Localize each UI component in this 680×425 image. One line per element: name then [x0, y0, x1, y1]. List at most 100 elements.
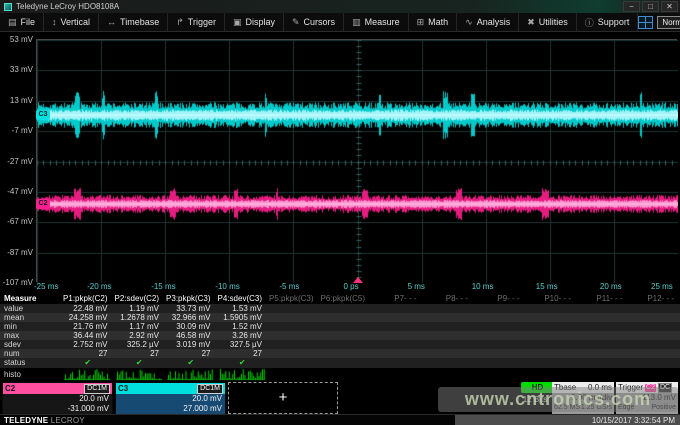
measure-max-cell: 36.44 mV	[62, 331, 114, 340]
measure-param-header[interactable]: P2:sdev(C2)	[114, 293, 166, 304]
measure-max-cell	[629, 331, 680, 340]
oscilloscope-app: Teledyne LeCroy HDO8108A − □ ✕ ▤File↕Ver…	[0, 0, 680, 425]
menu-vertical[interactable]: ↕Vertical	[44, 13, 99, 31]
analysis-icon: ∿	[465, 17, 473, 28]
measure-mean-cell	[474, 313, 526, 322]
measure-min-cell: 21.76 mV	[62, 322, 114, 331]
measure-mean-cell: 32.966 mV	[165, 313, 217, 322]
measure-sdev-cell: 3.019 mV	[165, 340, 217, 349]
measure-min-cell	[526, 322, 578, 331]
menu-trigger[interactable]: ↱Trigger	[168, 13, 225, 31]
measure-value-cell: 22.48 mV	[62, 304, 114, 313]
maximize-button[interactable]: □	[642, 1, 659, 12]
channel-c2-header: C2 DC1M	[3, 383, 112, 394]
measure-sdev-cell	[268, 340, 320, 349]
measure-param-header[interactable]: P5:pkpk(C3)	[268, 293, 320, 304]
x-axis-tick-label: 20 ms	[600, 282, 622, 291]
measure-num-cell	[320, 349, 372, 358]
measure-row-header: MeasureP1:pkpk(C2)P2:sdev(C2)P3:pkpk(C3)…	[0, 293, 680, 304]
measure-param-header[interactable]: P7- - -	[371, 293, 423, 304]
graticule[interactable]: C3 C2	[36, 39, 677, 282]
measure-histogram	[371, 368, 423, 381]
measure-num-cell	[423, 349, 475, 358]
waveform-display: 53 mV33 mV13 mV-7 mV-27 mV-47 mV-67 mV-8…	[0, 32, 680, 293]
measure-min-cell	[474, 322, 526, 331]
measure-row-histo: histo	[0, 368, 680, 381]
trigger-source-badge: C2	[645, 384, 656, 392]
measure-num-cell	[268, 349, 320, 358]
measure-min-cell	[577, 322, 629, 331]
measure-status-check	[320, 358, 372, 368]
grid-display-button[interactable]	[638, 16, 653, 29]
measure-row-label: histo	[0, 368, 62, 381]
timebase-box[interactable]: Tbase 0.0 ms 5.00 ms/div 62.5 MS 1.25 GS…	[552, 382, 614, 414]
trigger-box[interactable]: Trigger C2 DC 113.0 mV Edge Positive	[616, 382, 678, 414]
waveform-canvas[interactable]	[37, 40, 678, 283]
channel-c2-offset: -31.000 mV	[6, 404, 109, 414]
measure-num-cell: 27	[217, 349, 269, 358]
measure-mean-cell	[577, 313, 629, 322]
menu-timebase[interactable]: ↔Timebase	[99, 13, 168, 31]
measure-param-header[interactable]: P10- - -	[526, 293, 578, 304]
trace-marker-c2[interactable]: C2	[36, 199, 50, 209]
menu-file[interactable]: ▤File	[0, 13, 44, 31]
support-icon: ⓘ	[585, 16, 594, 29]
menu-label: File	[21, 17, 36, 27]
menu-support[interactable]: ⓘSupport	[577, 13, 639, 31]
measure-value-cell	[371, 304, 423, 313]
measure-param-header[interactable]: P6:pkpk(C5)	[320, 293, 372, 304]
measure-row-num: num27272727	[0, 349, 680, 358]
measure-status-check: ✔	[62, 358, 114, 368]
measure-min-cell	[268, 322, 320, 331]
trigger-header: Trigger C2 DC	[616, 382, 678, 393]
measure-value-cell	[629, 304, 680, 313]
add-channel-button[interactable]: +	[228, 382, 338, 414]
measure-value-cell: 1.19 mV	[114, 304, 166, 313]
measure-param-header[interactable]: P4:sdev(C3)	[217, 293, 269, 304]
trigger-coupling-badge: DC	[658, 383, 672, 393]
channel-c2-box[interactable]: C2 DC1M 20.0 mV -31.000 mV	[2, 382, 113, 414]
measure-status-check	[577, 358, 629, 368]
menu-label: Utilities	[539, 17, 568, 27]
minimize-button[interactable]: −	[623, 1, 640, 12]
measure-param-header[interactable]: P11- - -	[577, 293, 629, 304]
menu-label: Trigger	[188, 17, 216, 27]
y-axis-tick-label: -7 mV	[0, 126, 33, 135]
norm-button[interactable]: Norm	[657, 16, 680, 29]
measure-param-header[interactable]: P3:pkpk(C3)	[165, 293, 217, 304]
measure-status-check	[526, 358, 578, 368]
menu-analysis[interactable]: ∿Analysis	[457, 13, 519, 31]
measure-min-cell	[423, 322, 475, 331]
y-axis-tick-label: -27 mV	[0, 157, 33, 166]
measure-histogram	[217, 368, 269, 381]
menu-math[interactable]: ⊞Math	[409, 13, 458, 31]
menu-cursors[interactable]: ✎Cursors	[284, 13, 344, 31]
window-controls: − □ ✕	[623, 1, 678, 12]
menu-display[interactable]: ▣Display	[225, 13, 284, 31]
x-axis-tick-label: 0 ps	[344, 282, 359, 291]
x-axis-tick-label: -10 ms	[215, 282, 239, 291]
hd-mode-badge[interactable]: HD	[521, 382, 554, 393]
measure-status-check	[371, 358, 423, 368]
menu-utilities[interactable]: ✖Utilities	[519, 13, 577, 31]
trace-marker-c3[interactable]: C3	[36, 110, 50, 120]
measure-param-header[interactable]: P8- - -	[423, 293, 475, 304]
measure-sdev-cell	[320, 340, 372, 349]
close-button[interactable]: ✕	[661, 1, 678, 12]
measure-param-header[interactable]: P1:pkpk(C2)	[62, 293, 114, 304]
y-axis-tick-label: -67 mV	[0, 217, 33, 226]
measure-param-header[interactable]: P12- - -	[629, 293, 680, 304]
channel-c3-box[interactable]: C3 DC1M 20.0 mV 27.000 mV	[115, 382, 226, 414]
measure-param-header[interactable]: P9- - -	[474, 293, 526, 304]
timebase-body: 5.00 ms/div 62.5 MS 1.25 GS/s	[552, 393, 614, 414]
menu-measure[interactable]: ▥Measure	[344, 13, 409, 31]
timestamp: 10/15/2017 3:32:54 PM	[455, 415, 680, 425]
measure-row-label: min	[0, 322, 62, 331]
measure-histogram	[474, 368, 526, 381]
measure-row-min: min21.76 mV1.17 mV30.09 mV1.52 mV	[0, 322, 680, 331]
measure-min-cell: 30.09 mV	[165, 322, 217, 331]
trigger-label: Trigger	[618, 383, 643, 392]
x-axis-tick-label: 10 ms	[472, 282, 494, 291]
channel-c2-vdiv: 20.0 mV	[6, 394, 109, 404]
measure-row-status: status✔✔✔✔	[0, 358, 680, 368]
